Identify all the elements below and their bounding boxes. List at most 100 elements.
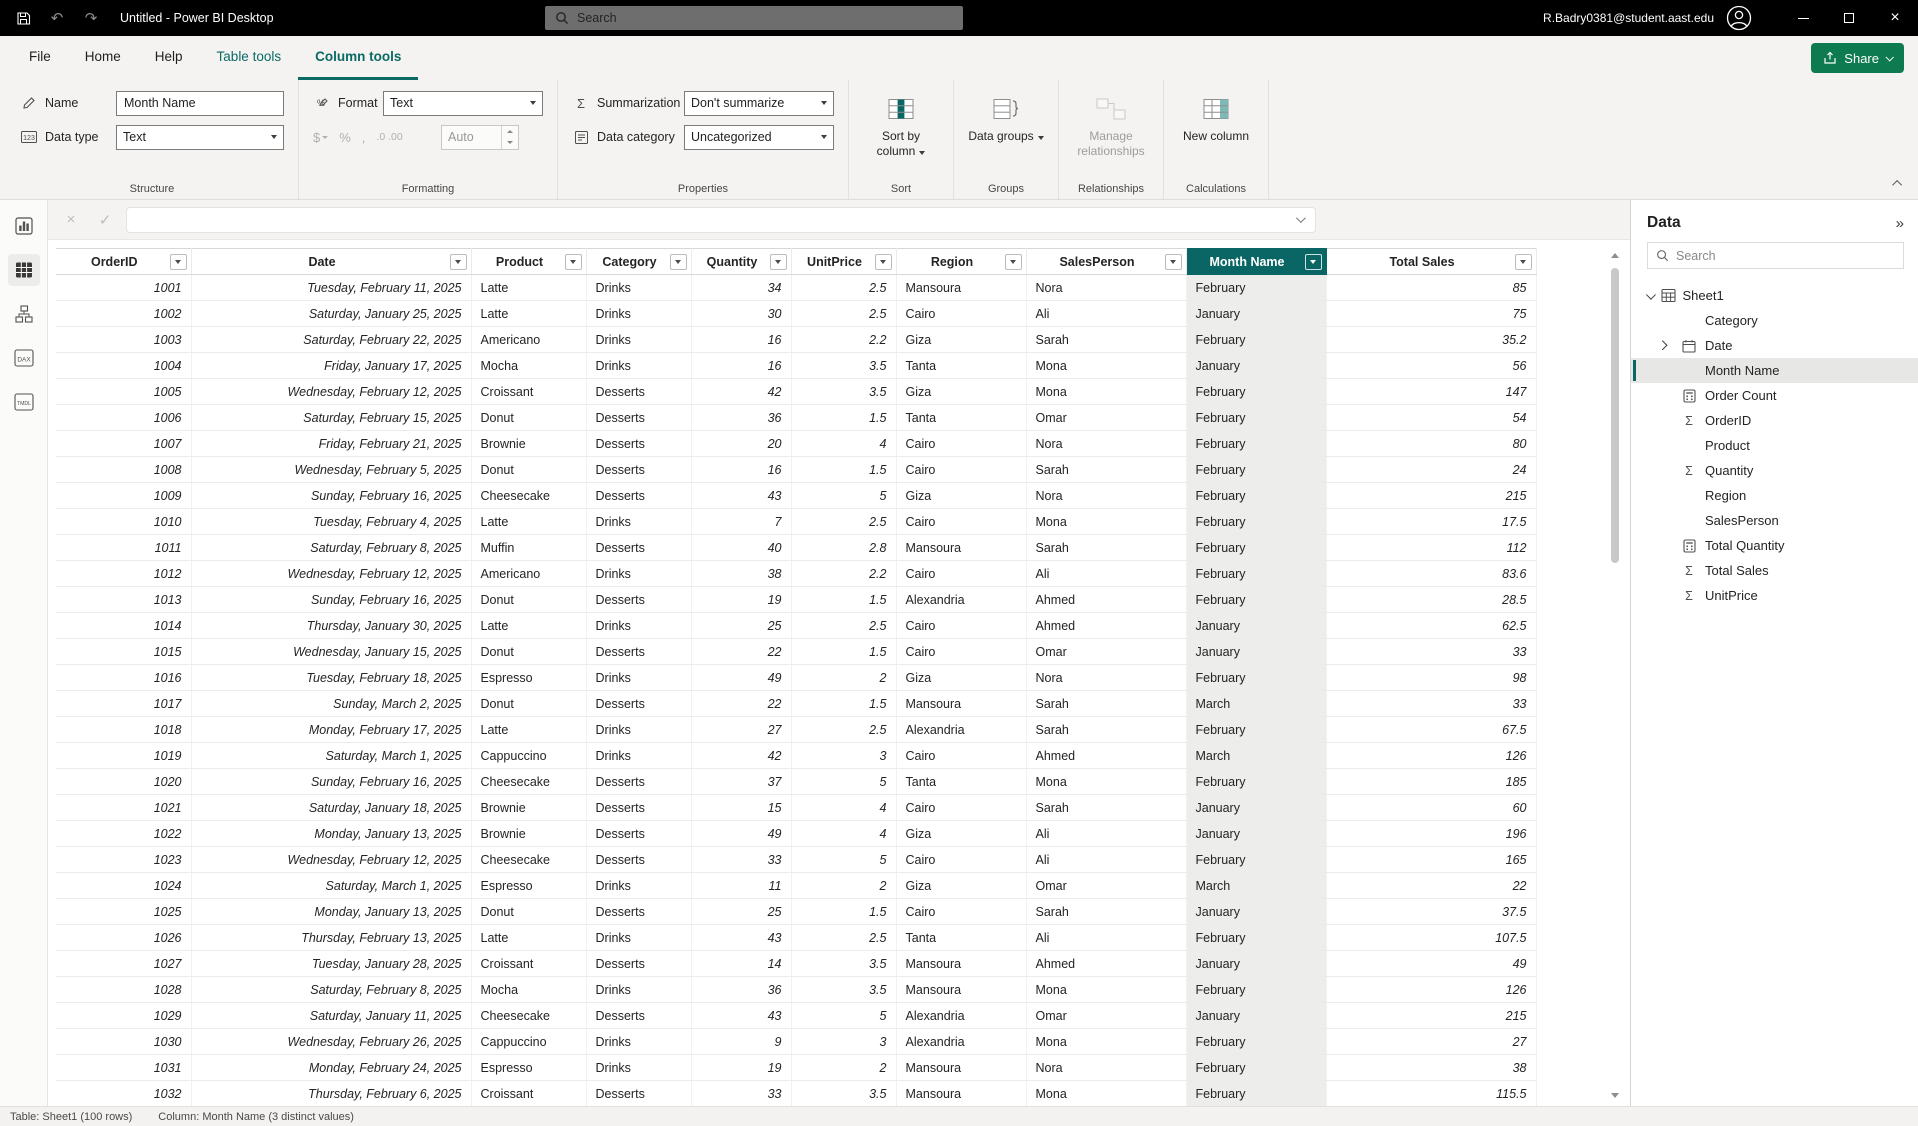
cell-category[interactable]: Desserts <box>586 456 692 483</box>
cell-region[interactable]: Mansoura <box>896 976 1027 1003</box>
summarization-select[interactable]: Don't summarize <box>684 90 834 116</box>
cell-unitprice[interactable]: 2.5 <box>791 612 897 639</box>
cell-orderid[interactable]: 1020 <box>56 768 192 795</box>
filter-dropdown-icon[interactable] <box>669 254 687 270</box>
cell-unitprice[interactable]: 3.5 <box>791 352 897 379</box>
cell-salesperson[interactable]: Sarah <box>1026 794 1187 821</box>
cell-product[interactable]: Donut <box>471 638 587 665</box>
cell-category[interactable]: Drinks <box>586 326 692 353</box>
cell-unitprice[interactable]: 2.5 <box>791 924 897 951</box>
cell-date[interactable]: Saturday, February 8, 2025 <box>191 976 472 1003</box>
cell-unitprice[interactable]: 4 <box>791 430 897 457</box>
cell-quantity[interactable]: 16 <box>691 456 792 483</box>
cell-orderid[interactable]: 1031 <box>56 1054 192 1081</box>
cell-month-name[interactable]: February <box>1186 326 1327 353</box>
cell-quantity[interactable]: 36 <box>691 976 792 1003</box>
cell-salesperson[interactable]: Nora <box>1026 1054 1187 1081</box>
cell-orderid[interactable]: 1014 <box>56 612 192 639</box>
field-item-product[interactable]: Product <box>1631 433 1918 458</box>
cell-quantity[interactable]: 16 <box>691 352 792 379</box>
cell-date[interactable]: Saturday, March 1, 2025 <box>191 742 472 769</box>
undo-icon[interactable]: ↶ <box>48 9 66 27</box>
cell-salesperson[interactable]: Sarah <box>1026 326 1187 353</box>
maximize-button[interactable] <box>1826 0 1872 36</box>
cell-region[interactable]: Cairo <box>896 638 1027 665</box>
cell-unitprice[interactable]: 2.5 <box>791 274 897 301</box>
cell-total-sales[interactable]: 37.5 <box>1326 898 1537 925</box>
column-header-quantity[interactable]: Quantity <box>691 248 792 275</box>
cell-date[interactable]: Monday, February 17, 2025 <box>191 716 472 743</box>
cell-unitprice[interactable]: 3.5 <box>791 976 897 1003</box>
cell-month-name[interactable]: January <box>1186 300 1327 327</box>
cell-product[interactable]: Cappuccino <box>471 1028 587 1055</box>
cell-salesperson[interactable]: Ahmed <box>1026 742 1187 769</box>
cell-category[interactable]: Drinks <box>586 612 692 639</box>
cell-region[interactable]: Alexandria <box>896 716 1027 743</box>
cell-date[interactable]: Monday, January 13, 2025 <box>191 820 472 847</box>
cell-product[interactable]: Donut <box>471 586 587 613</box>
cell-region[interactable]: Cairo <box>896 300 1027 327</box>
cell-salesperson[interactable]: Ahmed <box>1026 612 1187 639</box>
signed-in-user-email[interactable]: R.Badry0381@student.aast.edu <box>1543 11 1714 25</box>
formula-input[interactable] <box>126 206 1316 233</box>
cell-salesperson[interactable]: Omar <box>1026 404 1187 431</box>
cell-orderid[interactable]: 1007 <box>56 430 192 457</box>
cell-region[interactable]: Cairo <box>896 430 1027 457</box>
cell-category[interactable]: Desserts <box>586 950 692 977</box>
cell-unitprice[interactable]: 2.2 <box>791 560 897 587</box>
cell-salesperson[interactable]: Mona <box>1026 1080 1187 1106</box>
cell-total-sales[interactable]: 24 <box>1326 456 1537 483</box>
global-search-input[interactable] <box>577 11 953 25</box>
cell-salesperson[interactable]: Mona <box>1026 508 1187 535</box>
cell-category[interactable]: Drinks <box>586 508 692 535</box>
cell-date[interactable]: Wednesday, February 5, 2025 <box>191 456 472 483</box>
cell-unitprice[interactable]: 1.5 <box>791 404 897 431</box>
model-view-icon[interactable] <box>8 298 40 330</box>
cell-quantity[interactable]: 25 <box>691 612 792 639</box>
cell-month-name[interactable]: January <box>1186 352 1327 379</box>
cell-orderid[interactable]: 1016 <box>56 664 192 691</box>
cell-unitprice[interactable]: 2.5 <box>791 508 897 535</box>
cell-product[interactable]: Espresso <box>471 872 587 899</box>
datacategory-select[interactable]: Uncategorized <box>684 124 834 150</box>
expand-hierarchy-chevron-icon[interactable] <box>1657 340 1667 350</box>
cell-orderid[interactable]: 1027 <box>56 950 192 977</box>
cell-category[interactable]: Desserts <box>586 1080 692 1106</box>
column-header-month-name[interactable]: Month Name <box>1186 248 1327 275</box>
cell-quantity[interactable]: 33 <box>691 1080 792 1106</box>
new-column-button[interactable]: New column <box>1178 90 1254 144</box>
cell-product[interactable]: Cheesecake <box>471 768 587 795</box>
column-header-salesperson[interactable]: SalesPerson <box>1026 248 1187 275</box>
cell-quantity[interactable]: 49 <box>691 820 792 847</box>
cell-category[interactable]: Drinks <box>586 872 692 899</box>
cell-date[interactable]: Tuesday, February 4, 2025 <box>191 508 472 535</box>
cell-total-sales[interactable]: 27 <box>1326 1028 1537 1055</box>
cell-product[interactable]: Croissant <box>471 1080 587 1106</box>
filter-dropdown-icon[interactable] <box>1004 254 1022 270</box>
cell-category[interactable]: Drinks <box>586 300 692 327</box>
tmdl-view-icon[interactable]: TMDL <box>8 386 40 418</box>
cell-unitprice[interactable]: 2.5 <box>791 716 897 743</box>
cell-unitprice[interactable]: 4 <box>791 820 897 847</box>
column-header-product[interactable]: Product <box>471 248 587 275</box>
cell-date[interactable]: Friday, February 21, 2025 <box>191 430 472 457</box>
cell-unitprice[interactable]: 5 <box>791 768 897 795</box>
cell-product[interactable]: Donut <box>471 690 587 717</box>
cell-month-name[interactable]: February <box>1186 508 1327 535</box>
cell-month-name[interactable]: February <box>1186 560 1327 587</box>
cell-salesperson[interactable]: Ali <box>1026 820 1187 847</box>
cell-date[interactable]: Saturday, January 25, 2025 <box>191 300 472 327</box>
cell-unitprice[interactable]: 1.5 <box>791 898 897 925</box>
column-header-unitprice[interactable]: UnitPrice <box>791 248 897 275</box>
cell-unitprice[interactable]: 5 <box>791 1002 897 1029</box>
cell-category[interactable]: Drinks <box>586 924 692 951</box>
cell-date[interactable]: Sunday, March 2, 2025 <box>191 690 472 717</box>
cell-total-sales[interactable]: 107.5 <box>1326 924 1537 951</box>
cell-unitprice[interactable]: 1.5 <box>791 638 897 665</box>
field-item-orderid[interactable]: Σ OrderID <box>1631 408 1918 433</box>
cell-region[interactable]: Cairo <box>896 560 1027 587</box>
cell-product[interactable]: Latte <box>471 300 587 327</box>
cell-region[interactable]: Mansoura <box>896 534 1027 561</box>
cell-product[interactable]: Espresso <box>471 664 587 691</box>
cell-unitprice[interactable]: 3.5 <box>791 378 897 405</box>
